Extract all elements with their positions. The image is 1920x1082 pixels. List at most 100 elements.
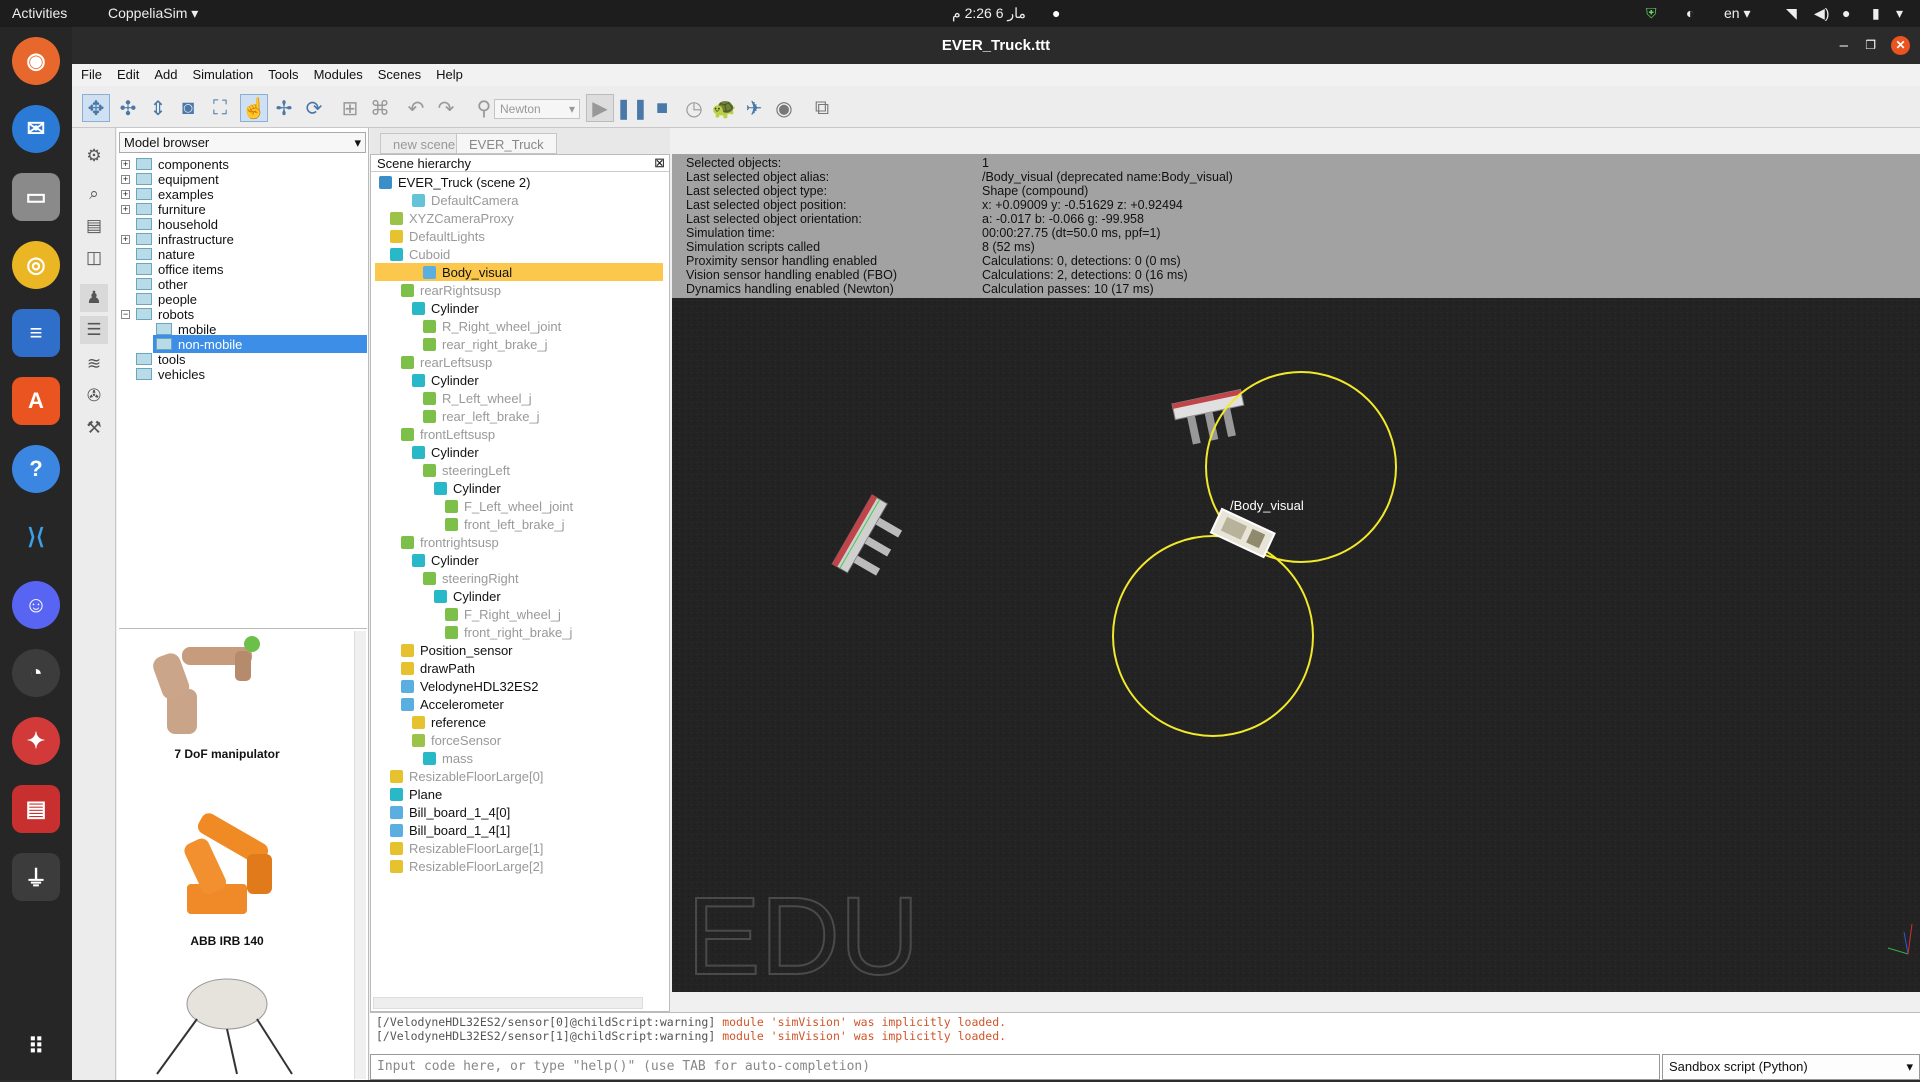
firefox-icon[interactable]: ◉ [12, 37, 60, 85]
hierarchy-item[interactable]: R_Right_wheel_joint [423, 317, 561, 335]
simulation-settings-icon[interactable]: ⚙ [80, 142, 108, 170]
stop-simulation-icon[interactable]: ■ [648, 94, 676, 122]
calculation-modules-icon[interactable]: ▤ [80, 212, 108, 240]
transfer-dna-icon[interactable]: ⌘ [366, 94, 394, 122]
redo-icon[interactable]: ↷ [432, 94, 460, 122]
fit-to-view-icon[interactable]: ⛶ [206, 94, 234, 122]
model-browser-header[interactable]: Model browser ▾ [119, 132, 366, 153]
hierarchy-item[interactable]: Cylinder [434, 479, 501, 497]
hierarchy-item[interactable]: DefaultLights [390, 227, 485, 245]
start-simulation-icon[interactable]: ▶ [586, 94, 614, 122]
hierarchy-item[interactable]: mass [423, 749, 473, 767]
tab-new-scene[interactable]: new scene [380, 133, 469, 154]
rhythmbox-icon[interactable]: ◎ [12, 241, 60, 289]
shield-icon[interactable]: ⛨ [1646, 5, 1657, 22]
assemble-icon[interactable]: ⊞ [336, 94, 364, 122]
hierarchy-item[interactable]: Cylinder [434, 587, 501, 605]
hierarchy-item[interactable]: DefaultCamera [412, 191, 518, 209]
folder-vehicles[interactable]: vehicles [136, 365, 205, 383]
engine-select[interactable]: Newton ▾ [494, 99, 580, 119]
hierarchy-item[interactable]: frontLeftsusp [401, 425, 495, 443]
camera-rotate-icon[interactable]: ✣ [114, 94, 142, 122]
wifi-icon[interactable]: ◥ [1786, 5, 1797, 22]
menu-scenes[interactable]: Scenes [369, 64, 427, 82]
hierarchy-item[interactable]: rear_left_brake_j [423, 407, 540, 425]
minimize-icon[interactable]: – [1840, 27, 1848, 64]
maximize-icon[interactable]: ❐ [1865, 27, 1876, 64]
hierarchy-item[interactable]: reference [412, 713, 486, 731]
hierarchy-item[interactable]: steeringLeft [423, 461, 510, 479]
files-icon[interactable]: ▭ [12, 173, 60, 221]
object-shift-icon[interactable]: ✢ [270, 94, 298, 122]
camera-angle-icon[interactable]: ◙ [174, 94, 202, 122]
user-settings-icon[interactable]: ⚒ [80, 414, 108, 442]
object-rotate-icon[interactable]: ⟳ [300, 94, 328, 122]
close-icon[interactable]: ⊠ [654, 155, 665, 171]
hierarchy-item[interactable]: drawPath [401, 659, 475, 677]
app-menu[interactable]: CoppeliaSim ▾ [108, 5, 198, 22]
page-selector-icon[interactable]: ⧉ [808, 94, 836, 122]
indicator-icon[interactable]: ◐ [1686, 5, 1694, 21]
hierarchy-item[interactable]: Bill_board_1_4[0] [390, 803, 510, 821]
hierarchy-item[interactable]: rear_right_brake_j [423, 335, 548, 353]
object-properties-icon[interactable]: ⌕ [80, 180, 108, 208]
hierarchy-item[interactable]: F_Left_wheel_joint [445, 497, 573, 515]
realtime-icon[interactable]: ◷ [680, 94, 708, 122]
activities-button[interactable]: Activities [12, 5, 67, 21]
menu-edit[interactable]: Edit [108, 64, 145, 82]
hierarchy-item[interactable]: front_left_brake_j [445, 515, 564, 533]
hierarchy-item[interactable]: Cylinder [412, 443, 479, 461]
thumbnail-abb-irb140[interactable]: ABB IRB 140 [127, 804, 347, 954]
hierarchy-item[interactable]: XYZCameraProxy [390, 209, 514, 227]
usb-icon[interactable]: ⏚ [12, 853, 60, 901]
hierarchy-item[interactable]: ResizableFloorLarge[2] [390, 857, 543, 875]
layers-icon[interactable]: ≋ [80, 350, 108, 378]
menu-modules[interactable]: Modules [305, 64, 369, 82]
hierarchy-item[interactable]: frontrightsusp [401, 533, 499, 551]
scene-hierarchy-toggle-icon[interactable]: ☰ [80, 316, 108, 344]
power-menu-icon[interactable]: ▾ [1896, 5, 1903, 22]
hierarchy-item[interactable]: Cylinder [412, 551, 479, 569]
camera-shift-icon[interactable]: ⇕ [144, 94, 172, 122]
menu-simulation[interactable]: Simulation [184, 64, 260, 82]
faster-icon[interactable]: ✈ [740, 94, 768, 122]
hierarchy-item[interactable]: Cylinder [412, 371, 479, 389]
menu-add[interactable]: Add [145, 64, 183, 82]
code-input[interactable]: Input code here, or type "help()" (use T… [370, 1054, 1660, 1080]
hierarchy-item[interactable]: rearRightsusp [401, 281, 501, 299]
menu-help[interactable]: Help [427, 64, 469, 82]
click-selection-icon[interactable]: ☝ [240, 94, 268, 122]
software-center-icon[interactable]: A [12, 377, 60, 425]
pause-simulation-icon[interactable]: ❚❚ [615, 94, 649, 122]
menu-tools[interactable]: Tools [259, 64, 304, 82]
thumbnail-7dof[interactable]: 7 DoF manipulator [127, 629, 347, 769]
video-recorder-icon[interactable]: ✇ [80, 382, 108, 410]
show-apps-icon[interactable]: ⠿ [12, 1023, 60, 1071]
slower-icon[interactable]: 🐢 [710, 94, 738, 122]
hierarchy-item[interactable]: Accelerometer [401, 695, 504, 713]
coppeliasim-icon[interactable]: ✦ [12, 717, 60, 765]
writer-icon[interactable]: ≡ [12, 309, 60, 357]
close-icon[interactable]: ✕ [1891, 36, 1910, 55]
battery-icon[interactable]: ▮ [1872, 5, 1880, 22]
clock[interactable]: مار 6 2:26 م [952, 5, 1026, 22]
hierarchy-item[interactable]: ResizableFloorLarge[1] [390, 839, 543, 857]
hierarchy-item[interactable]: F_Right_wheel_j [445, 605, 561, 623]
tab-ever-truck[interactable]: EVER_Truck [456, 133, 557, 154]
language-indicator[interactable]: en ▾ [1724, 5, 1751, 22]
thumbnail-delta-robot[interactable] [127, 974, 347, 1079]
undo-icon[interactable]: ↶ [402, 94, 430, 122]
3d-viewport[interactable]: Selected objects: 1 Last selected object a… [672, 154, 1920, 992]
hierarchy-item[interactable]: Bill_board_1_4[1] [390, 821, 510, 839]
menu-file[interactable]: File [72, 64, 108, 82]
hierarchy-item[interactable]: steeringRight [423, 569, 519, 587]
hierarchy-item[interactable]: front_right_brake_j [445, 623, 572, 641]
hierarchy-item[interactable]: forceSensor [412, 731, 501, 749]
visualization-toggle-icon[interactable]: ◉ [770, 94, 798, 122]
obs-icon[interactable]: ◔ [12, 649, 60, 697]
hierarchy-item[interactable]: VelodyneHDL32ES2 [401, 677, 539, 695]
camera-pan-icon[interactable]: ✥ [82, 94, 110, 122]
thunderbird-icon[interactable]: ✉ [12, 105, 60, 153]
thumbnail-scrollbar[interactable] [354, 631, 366, 1079]
hierarchy-item[interactable]: Cylinder [412, 299, 479, 317]
